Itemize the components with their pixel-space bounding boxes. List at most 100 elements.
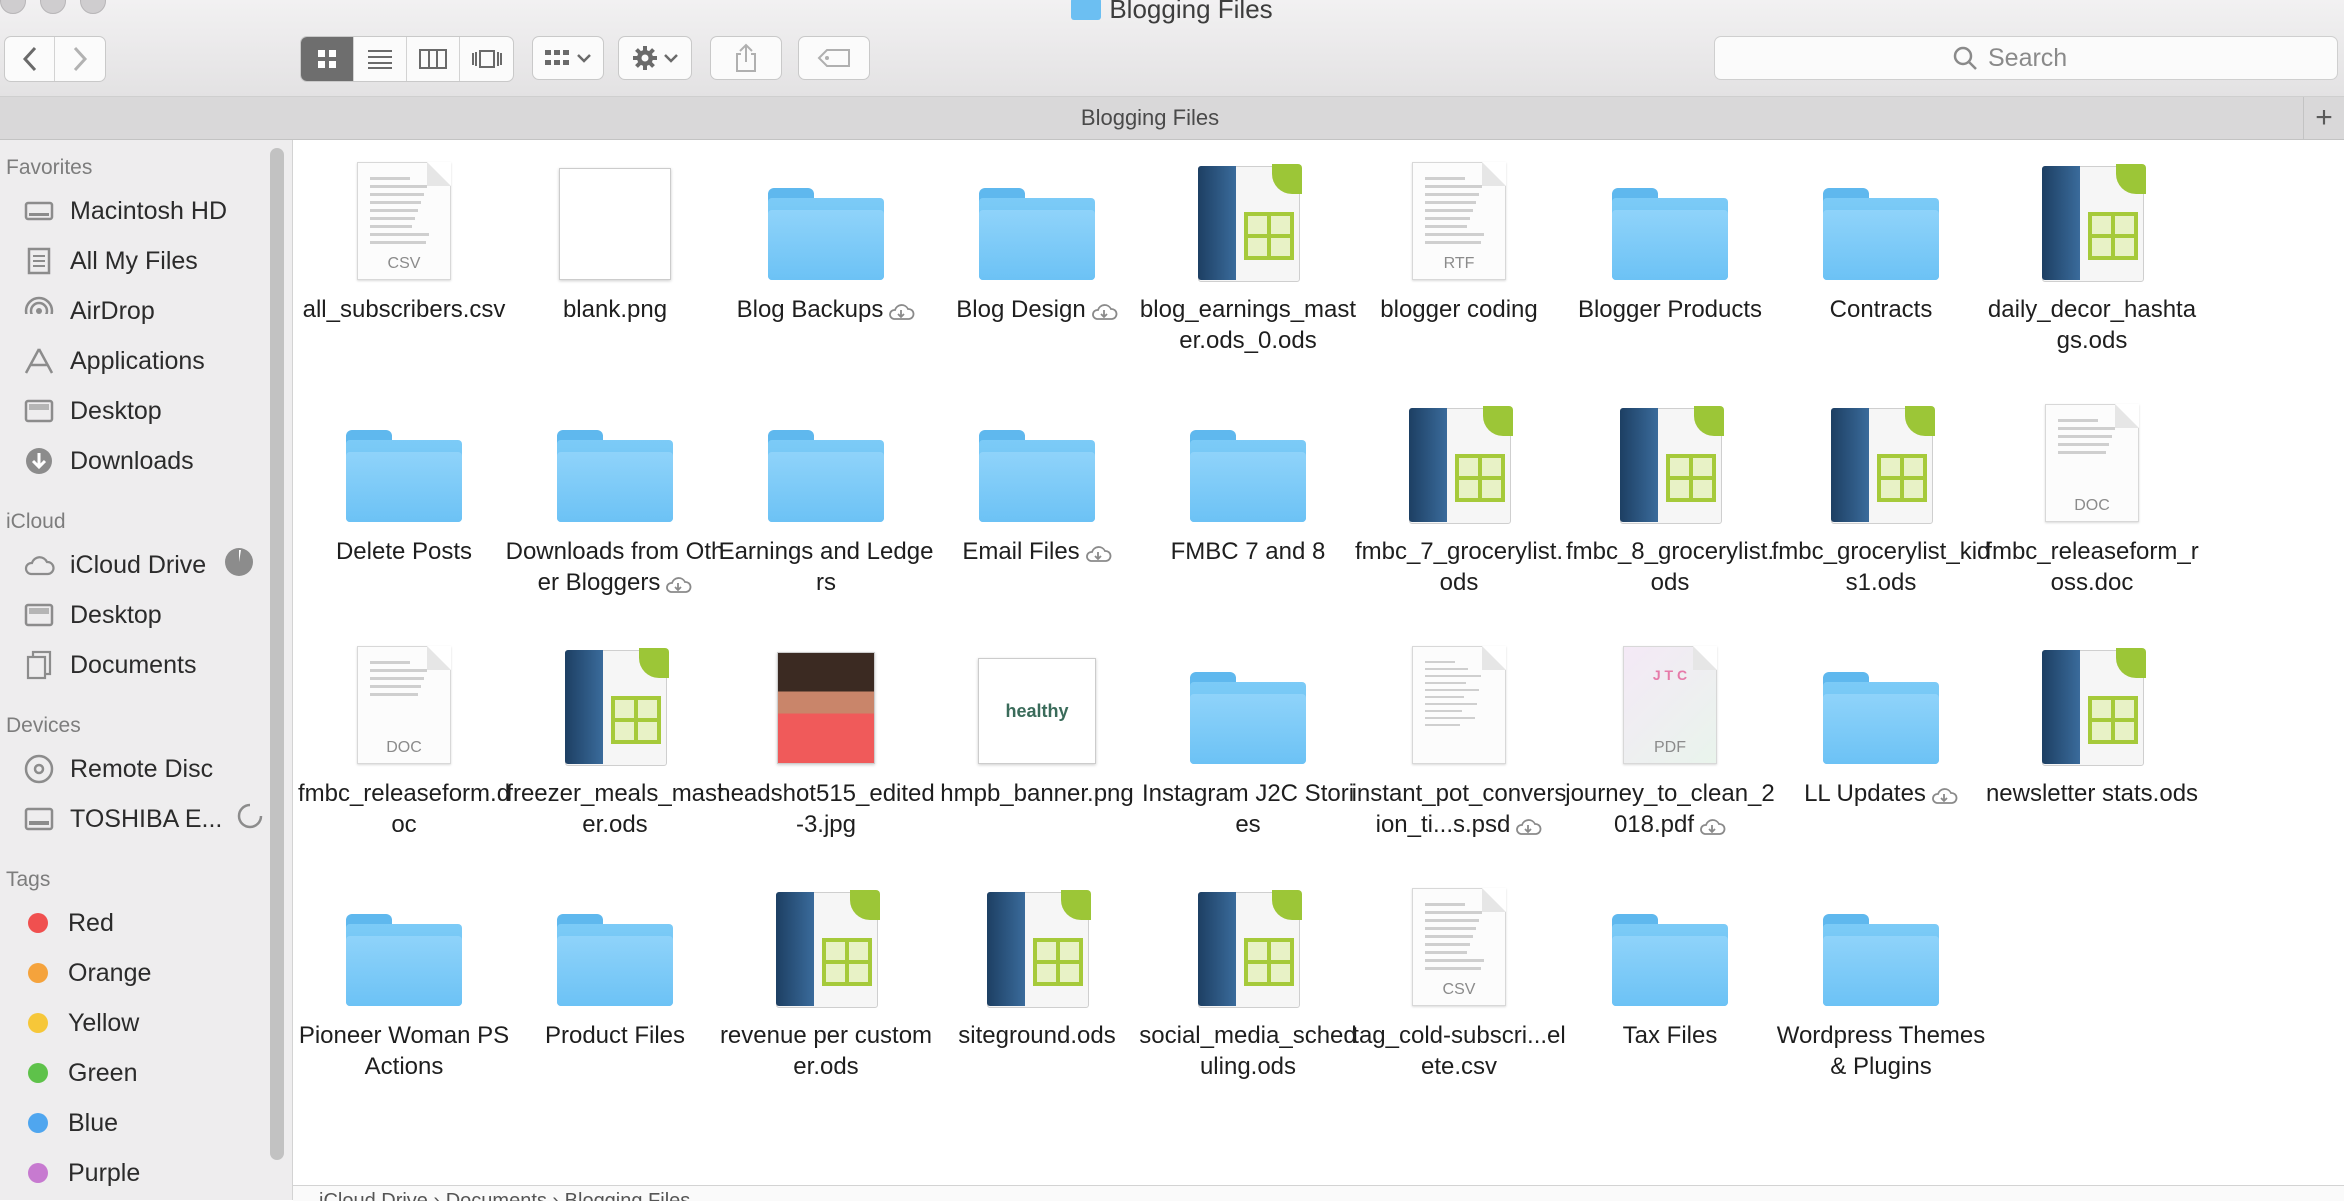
path-crumb-documents[interactable]: Documents: [446, 1190, 547, 1201]
sidebar-item-applications[interactable]: Applications: [22, 340, 205, 382]
file-item[interactable]: CSV all_subscribers.csv: [303, 142, 505, 342]
file-item[interactable]: J T C PDF journey_to_clean_2018.pdf: [1565, 626, 1775, 838]
new-tab-button[interactable]: +: [2303, 97, 2344, 139]
share-icon: [736, 43, 756, 72]
sidebar-item-macintosh-hd[interactable]: Macintosh HD: [22, 190, 227, 232]
sidebar-item-airdrop[interactable]: AirDrop: [22, 290, 155, 332]
sidebar-tag-red[interactable]: Red: [22, 902, 114, 944]
cloud-download-icon[interactable]: [1090, 298, 1118, 329]
cloud-download-icon[interactable]: [1084, 540, 1112, 571]
folder-item[interactable]: FMBC 7 and 8: [1148, 384, 1348, 584]
file-item[interactable]: headshot515_edited-3.jpg: [717, 626, 935, 838]
spreadsheet-icon: [555, 644, 675, 766]
folder-item[interactable]: LL Updates: [1781, 626, 1981, 826]
path-crumb-icloud-drive[interactable]: iCloud Drive: [319, 1190, 428, 1201]
sidebar-tag-yellow[interactable]: Yellow: [22, 1002, 139, 1044]
arrange-button[interactable]: [532, 36, 604, 80]
sidebar-item-downloads[interactable]: Downloads: [22, 440, 194, 482]
folder-icon: [1823, 672, 1939, 764]
folder-item[interactable]: Product Files: [515, 868, 715, 1068]
folder-item[interactable]: Earnings and Ledgers: [719, 384, 933, 596]
item-name-text: Instagram J2C Stories: [1141, 780, 1355, 838]
tag-green-dot-icon: [28, 1063, 48, 1083]
item-name: Downloads from Other Bloggers: [505, 536, 725, 602]
list-view-button[interactable]: [354, 37, 407, 81]
action-menu-button[interactable]: [618, 36, 692, 80]
file-item[interactable]: instant_pot_conversion_ti...s.psd: [1352, 626, 1566, 838]
item-name: Wordpress Themes & Plugins: [1771, 1020, 1991, 1082]
cloud-icon: [22, 548, 56, 582]
file-item[interactable]: blank.png: [515, 142, 715, 342]
cloud-download-icon[interactable]: [887, 298, 915, 329]
file-item[interactable]: blog_earnings_master.ods_0.ods: [1140, 142, 1356, 354]
file-item[interactable]: DOC fmbc_releaseform.doc: [298, 626, 510, 838]
sidebar-tag-purple[interactable]: Purple: [22, 1152, 140, 1194]
item-name: Blogger Products: [1560, 294, 1780, 325]
sidebar-item-toshiba[interactable]: TOSHIBA E...: [22, 798, 264, 840]
cover-flow-view-button[interactable]: [460, 37, 513, 81]
search-field[interactable]: [1714, 36, 2338, 80]
sidebar-item-icloud-drive[interactable]: iCloud Drive: [22, 544, 254, 586]
file-item[interactable]: DOC fmbc_releaseform_ross.doc: [1985, 384, 2199, 596]
cloud-download-icon[interactable]: [1698, 813, 1726, 844]
item-name: Blog Backups: [716, 294, 936, 329]
file-item[interactable]: social_media_scheduling.ods: [1139, 868, 1357, 1080]
column-view-button[interactable]: [407, 37, 460, 81]
file-item[interactable]: RTF blogger coding: [1359, 142, 1559, 342]
folder-item[interactable]: Contracts: [1781, 142, 1981, 342]
file-item[interactable]: healthy hmpb_banner.png: [937, 626, 1137, 826]
sidebar-item-documents[interactable]: Documents: [22, 644, 196, 686]
folder-item[interactable]: Tax Files: [1570, 868, 1770, 1068]
folder-item[interactable]: Pioneer Woman PS Actions: [299, 868, 509, 1080]
file-item[interactable]: fmbc_grocerylist_kids1.ods: [1772, 384, 1990, 596]
forward-button[interactable]: [55, 37, 105, 81]
file-item[interactable]: revenue per customer.ods: [720, 868, 932, 1080]
sidebar-item-all-my-files[interactable]: All My Files: [22, 240, 198, 282]
file-item[interactable]: newsletter stats.ods: [1986, 626, 2198, 826]
sidebar-item-desktop[interactable]: Desktop: [22, 390, 162, 432]
file-item[interactable]: daily_decor_hashtags.ods: [1988, 142, 2196, 354]
sidebar-item-icloud-desktop[interactable]: Desktop: [22, 594, 162, 636]
file-item[interactable]: fmbc_8_grocerylist.ods: [1566, 384, 1774, 596]
sidebar-scrollbar[interactable]: [270, 148, 284, 1160]
folder-item[interactable]: Delete Posts: [304, 384, 504, 584]
file-item[interactable]: CSV tag_cold-subscri...elete.csv: [1352, 868, 1566, 1080]
back-button[interactable]: [5, 37, 55, 81]
file-item[interactable]: fmbc_7_grocerylist.ods: [1355, 384, 1563, 596]
cloud-download-icon[interactable]: [1514, 813, 1542, 844]
folder-item[interactable]: Downloads from Other Bloggers: [506, 384, 724, 596]
item-name-text: blank.png: [562, 296, 668, 323]
folder-item[interactable]: Email Files: [937, 384, 1137, 584]
path-crumb-blogging-files[interactable]: Blogging Files: [565, 1190, 691, 1201]
file-item[interactable]: siteground.ods: [937, 868, 1137, 1068]
photo-thumbnail-icon: [777, 652, 875, 764]
folder-item[interactable]: Blog Design: [937, 142, 1137, 342]
sidebar-tag-green[interactable]: Green: [22, 1052, 137, 1094]
edit-tags-button[interactable]: [798, 36, 870, 80]
item-icon: [550, 398, 680, 522]
sidebar-tag-blue[interactable]: Blue: [22, 1102, 118, 1144]
item-name: fmbc_releaseform.doc: [294, 778, 514, 840]
item-name: journey_to_clean_2018.pdf: [1560, 778, 1780, 844]
folder-item[interactable]: Blogger Products: [1570, 142, 1770, 342]
psd-document-icon: [1412, 646, 1506, 764]
item-icon: [550, 156, 680, 280]
cloud-download-icon[interactable]: [664, 571, 692, 602]
sidebar-item-label: Orange: [68, 958, 152, 987]
icon-view-button[interactable]: [301, 37, 354, 81]
share-button[interactable]: [710, 36, 782, 80]
folder-item[interactable]: Wordpress Themes & Plugins: [1777, 868, 1985, 1080]
folder-item[interactable]: Blog Backups: [726, 142, 926, 342]
cloud-download-icon[interactable]: [1930, 782, 1958, 813]
item-icon: [1183, 398, 1313, 522]
tab-blogging-files[interactable]: Blogging Files: [0, 105, 2300, 131]
item-name-text: headshot515_edited-3.jpg: [717, 780, 935, 838]
file-item[interactable]: freezer_meals_master.ods: [506, 626, 724, 838]
sidebar-item-remote-disc[interactable]: Remote Disc: [22, 748, 213, 790]
item-icon: [1816, 156, 1946, 280]
item-icon: [1394, 398, 1524, 524]
item-name-text: Blogger Products: [1577, 296, 1763, 323]
search-input[interactable]: [1986, 42, 2100, 74]
folder-item[interactable]: Instagram J2C Stories: [1142, 626, 1354, 838]
sidebar-tag-orange[interactable]: Orange: [22, 952, 151, 994]
